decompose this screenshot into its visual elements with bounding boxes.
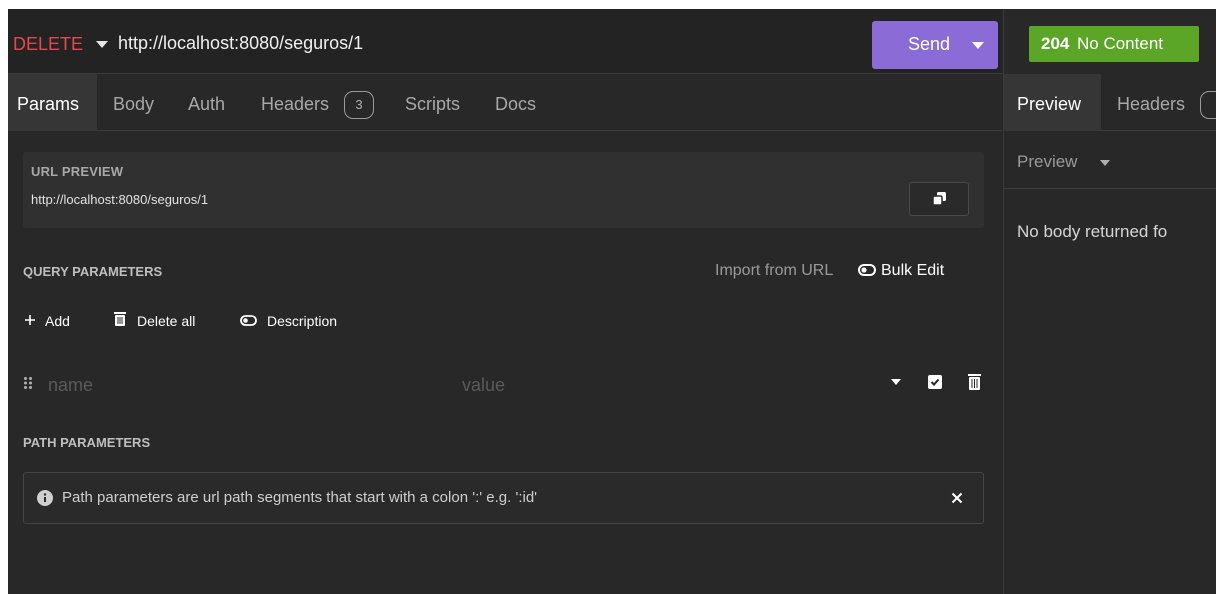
query-parameters-title: QUERY PARAMETERS bbox=[23, 264, 163, 279]
preview-mode-selector[interactable]: Preview bbox=[1004, 132, 1216, 189]
param-name-input[interactable]: name bbox=[48, 375, 93, 396]
chevron-down-icon bbox=[1100, 160, 1110, 166]
request-tabs: Params Body Auth Headers 3 Scripts Docs bbox=[8, 74, 1002, 131]
trash-icon bbox=[114, 312, 126, 326]
copy-url-button[interactable] bbox=[909, 182, 969, 216]
toggle-icon bbox=[240, 315, 257, 326]
delete-all-label: Delete all bbox=[137, 313, 196, 329]
close-icon[interactable] bbox=[951, 492, 963, 504]
tab-preview[interactable]: Preview bbox=[1017, 94, 1081, 115]
request-pane: DELETE http://localhost:8080/seguros/1 S… bbox=[8, 9, 1002, 594]
method-selector[interactable]: DELETE bbox=[13, 34, 83, 55]
tab-headers[interactable]: Headers bbox=[261, 94, 329, 115]
send-options-chevron-icon[interactable] bbox=[972, 42, 984, 49]
info-icon bbox=[37, 490, 53, 506]
trash-icon[interactable] bbox=[968, 374, 981, 390]
copy-icon bbox=[932, 192, 946, 206]
headers-count-badge: 3 bbox=[344, 91, 374, 119]
add-param-label: Add bbox=[45, 313, 70, 329]
url-preview-panel: URL PREVIEW http://localhost:8080/seguro… bbox=[23, 152, 984, 228]
app-window: DELETE http://localhost:8080/seguros/1 S… bbox=[8, 9, 1216, 594]
tab-params[interactable]: Params bbox=[17, 94, 79, 115]
tab-auth[interactable]: Auth bbox=[188, 94, 225, 115]
description-label: Description bbox=[267, 313, 338, 329]
chevron-down-icon[interactable] bbox=[891, 379, 901, 385]
tab-scripts[interactable]: Scripts bbox=[405, 94, 460, 115]
status-badge: 204 No Content bbox=[1029, 26, 1199, 62]
preview-mode-label: Preview bbox=[1017, 152, 1078, 171]
response-headers-count-badge bbox=[1200, 91, 1216, 119]
url-bar: DELETE http://localhost:8080/seguros/1 S… bbox=[8, 9, 1002, 74]
param-value-input[interactable]: value bbox=[462, 375, 505, 396]
chevron-down-icon[interactable] bbox=[96, 41, 108, 48]
status-code: 204 bbox=[1041, 34, 1070, 53]
tab-response-headers[interactable]: Headers bbox=[1117, 94, 1185, 115]
response-tabs: Preview Headers bbox=[1004, 74, 1216, 131]
plus-icon bbox=[25, 315, 35, 325]
query-param-row: name value bbox=[8, 362, 1002, 402]
drag-handle-icon[interactable] bbox=[24, 377, 32, 389]
empty-body-message: No body returned fo bbox=[1017, 222, 1168, 241]
path-parameters-title: PATH PARAMETERS bbox=[23, 435, 151, 450]
send-button-label: Send bbox=[908, 34, 951, 54]
bulk-edit-button[interactable]: Bulk Edit bbox=[881, 262, 944, 280]
send-button[interactable]: Send bbox=[872, 21, 998, 69]
path-parameters-info: Path parameters are url path segments th… bbox=[23, 472, 984, 524]
url-preview-label: URL PREVIEW bbox=[31, 164, 124, 179]
toggle-icon[interactable] bbox=[858, 264, 876, 276]
status-text: No Content bbox=[1077, 34, 1163, 53]
tab-docs[interactable]: Docs bbox=[495, 94, 536, 115]
path-info-text: Path parameters are url path segments th… bbox=[62, 489, 538, 506]
url-preview-value: http://localhost:8080/seguros/1 bbox=[31, 192, 209, 207]
response-pane: 204 No Content Preview Headers Preview N… bbox=[1003, 9, 1216, 594]
tab-body[interactable]: Body bbox=[113, 94, 154, 115]
url-input[interactable]: http://localhost:8080/seguros/1 bbox=[118, 33, 363, 54]
checkbox-icon[interactable] bbox=[928, 375, 942, 389]
import-from-url-button[interactable]: Import from URL bbox=[715, 262, 833, 280]
